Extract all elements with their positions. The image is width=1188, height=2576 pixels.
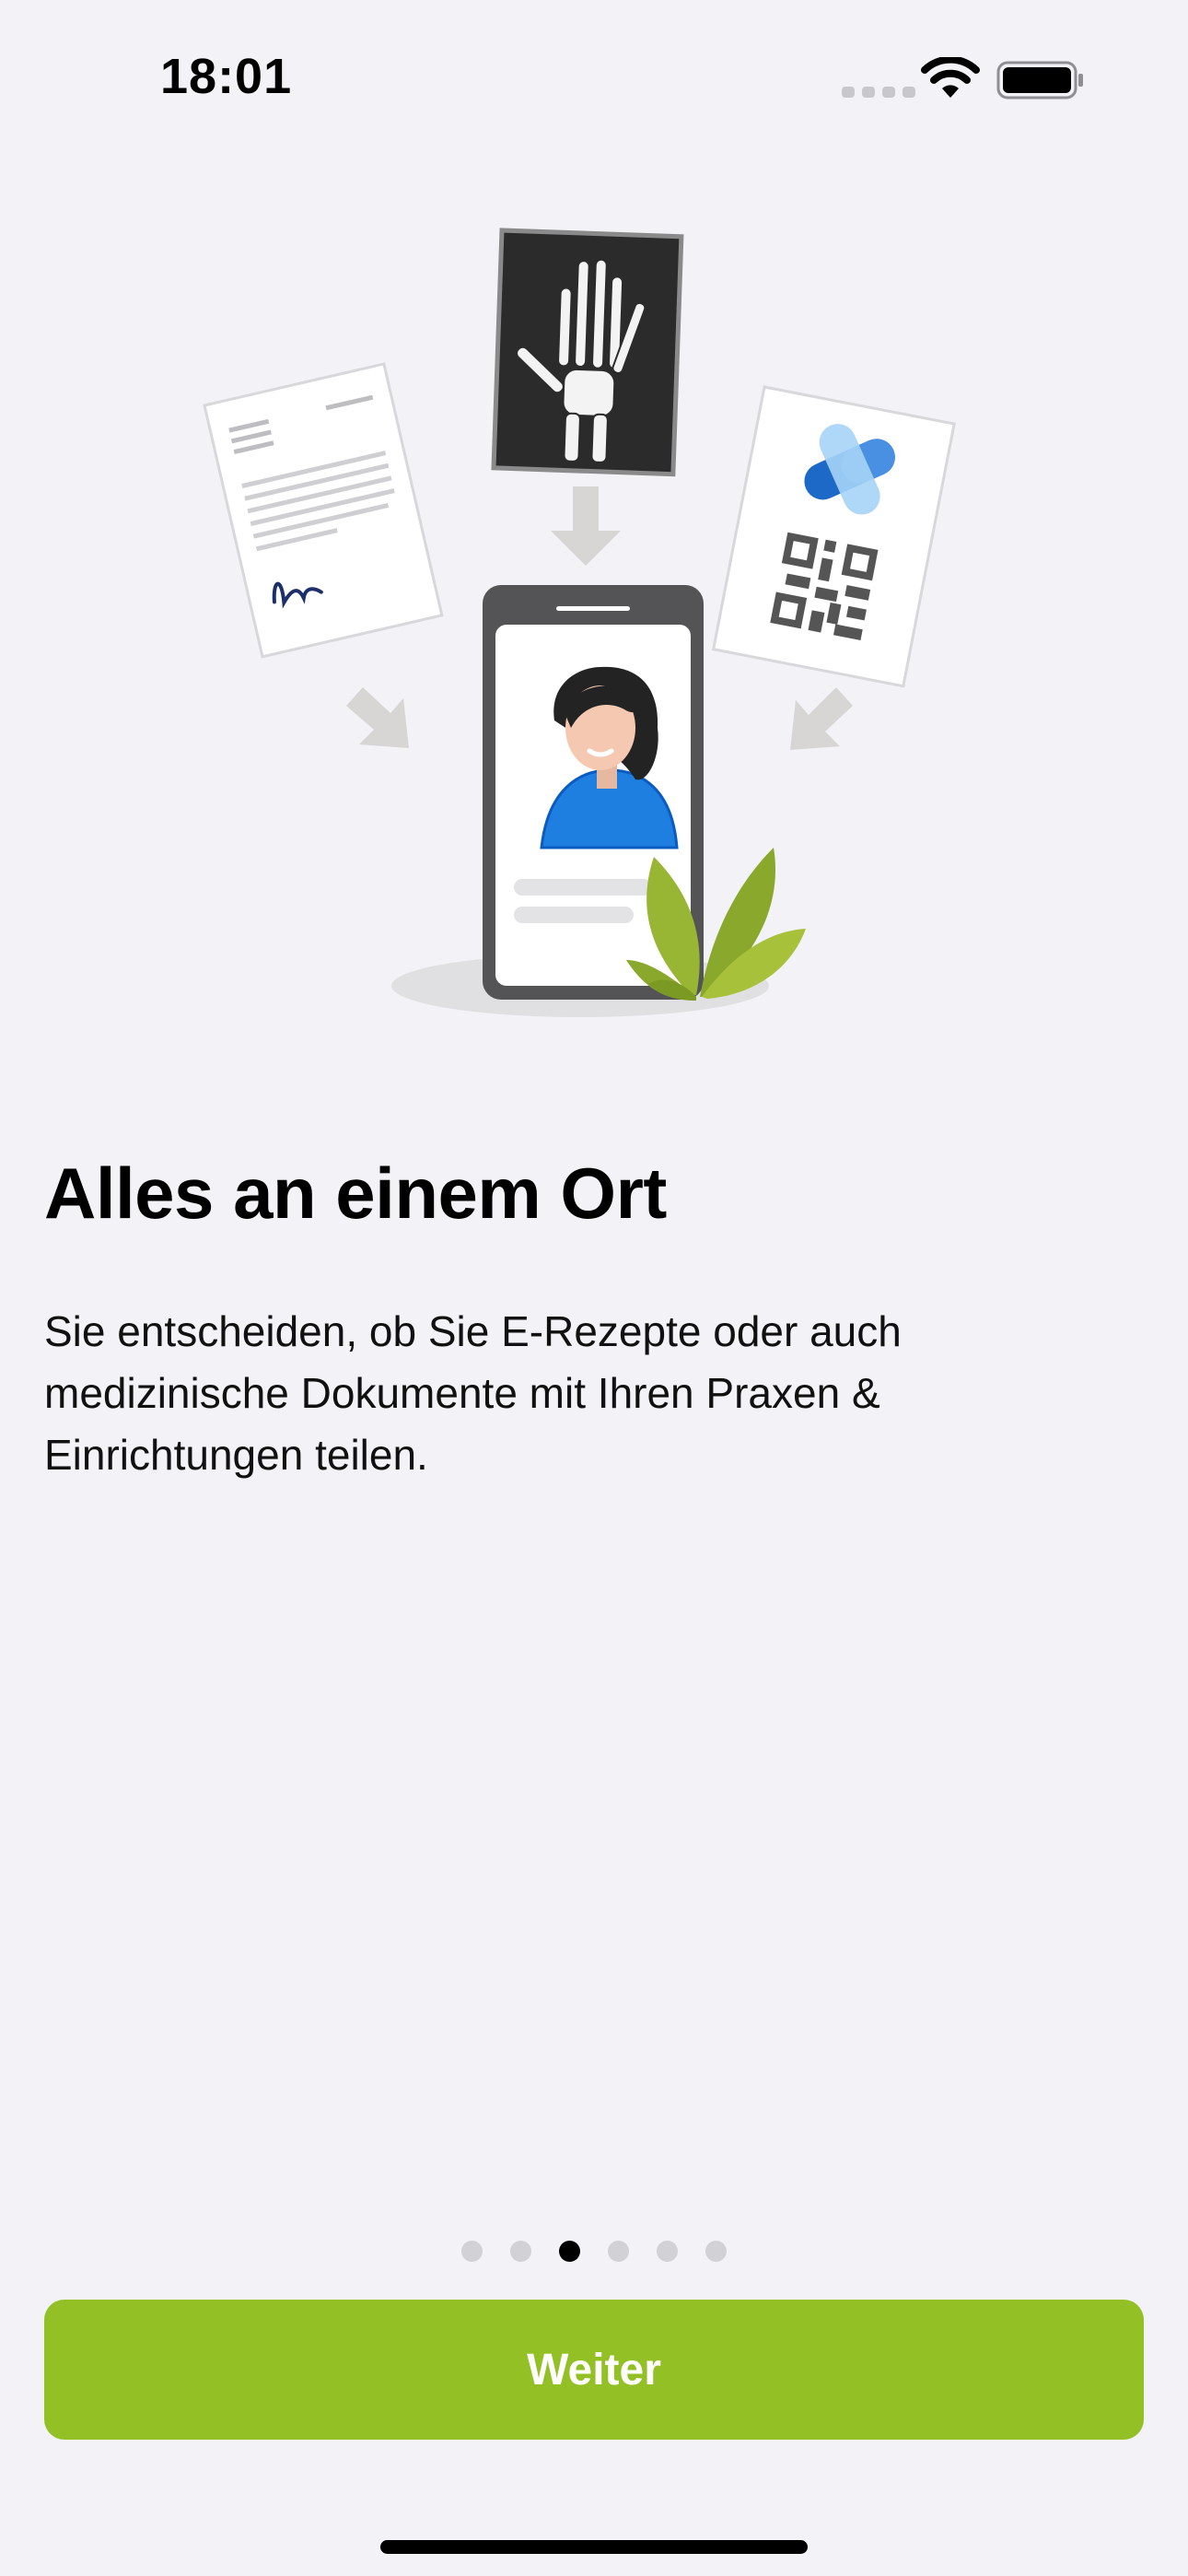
- page-title: Alles an einem Ort: [44, 1153, 667, 1234]
- plant-icon: [626, 848, 806, 1001]
- battery-icon: [996, 61, 1083, 100]
- page-dot[interactable]: [510, 2241, 531, 2262]
- page-dot[interactable]: [657, 2241, 678, 2262]
- documents-to-phone-illustration: [203, 228, 956, 1017]
- page-dot[interactable]: [461, 2241, 483, 2262]
- page-dot[interactable]: [705, 2241, 727, 2262]
- status-time: 18:01: [160, 49, 293, 104]
- status-bar: 18:01: [0, 0, 1188, 157]
- prescription-qr-icon: [711, 385, 956, 688]
- page-description: Sie entscheiden, ob Sie E-Rezepte oder a…: [44, 1307, 902, 1479]
- page-dot[interactable]: [608, 2241, 629, 2262]
- wifi-icon: [921, 57, 980, 98]
- page-dot-active[interactable]: [559, 2241, 580, 2262]
- page-indicator[interactable]: [0, 2241, 1188, 2262]
- letter-document-icon: [203, 362, 444, 659]
- x-ray-icon: [491, 228, 684, 477]
- home-indicator[interactable]: [380, 2540, 808, 2554]
- cellular-signal-icon: [842, 87, 915, 98]
- next-button[interactable]: Weiter: [44, 2300, 1144, 2440]
